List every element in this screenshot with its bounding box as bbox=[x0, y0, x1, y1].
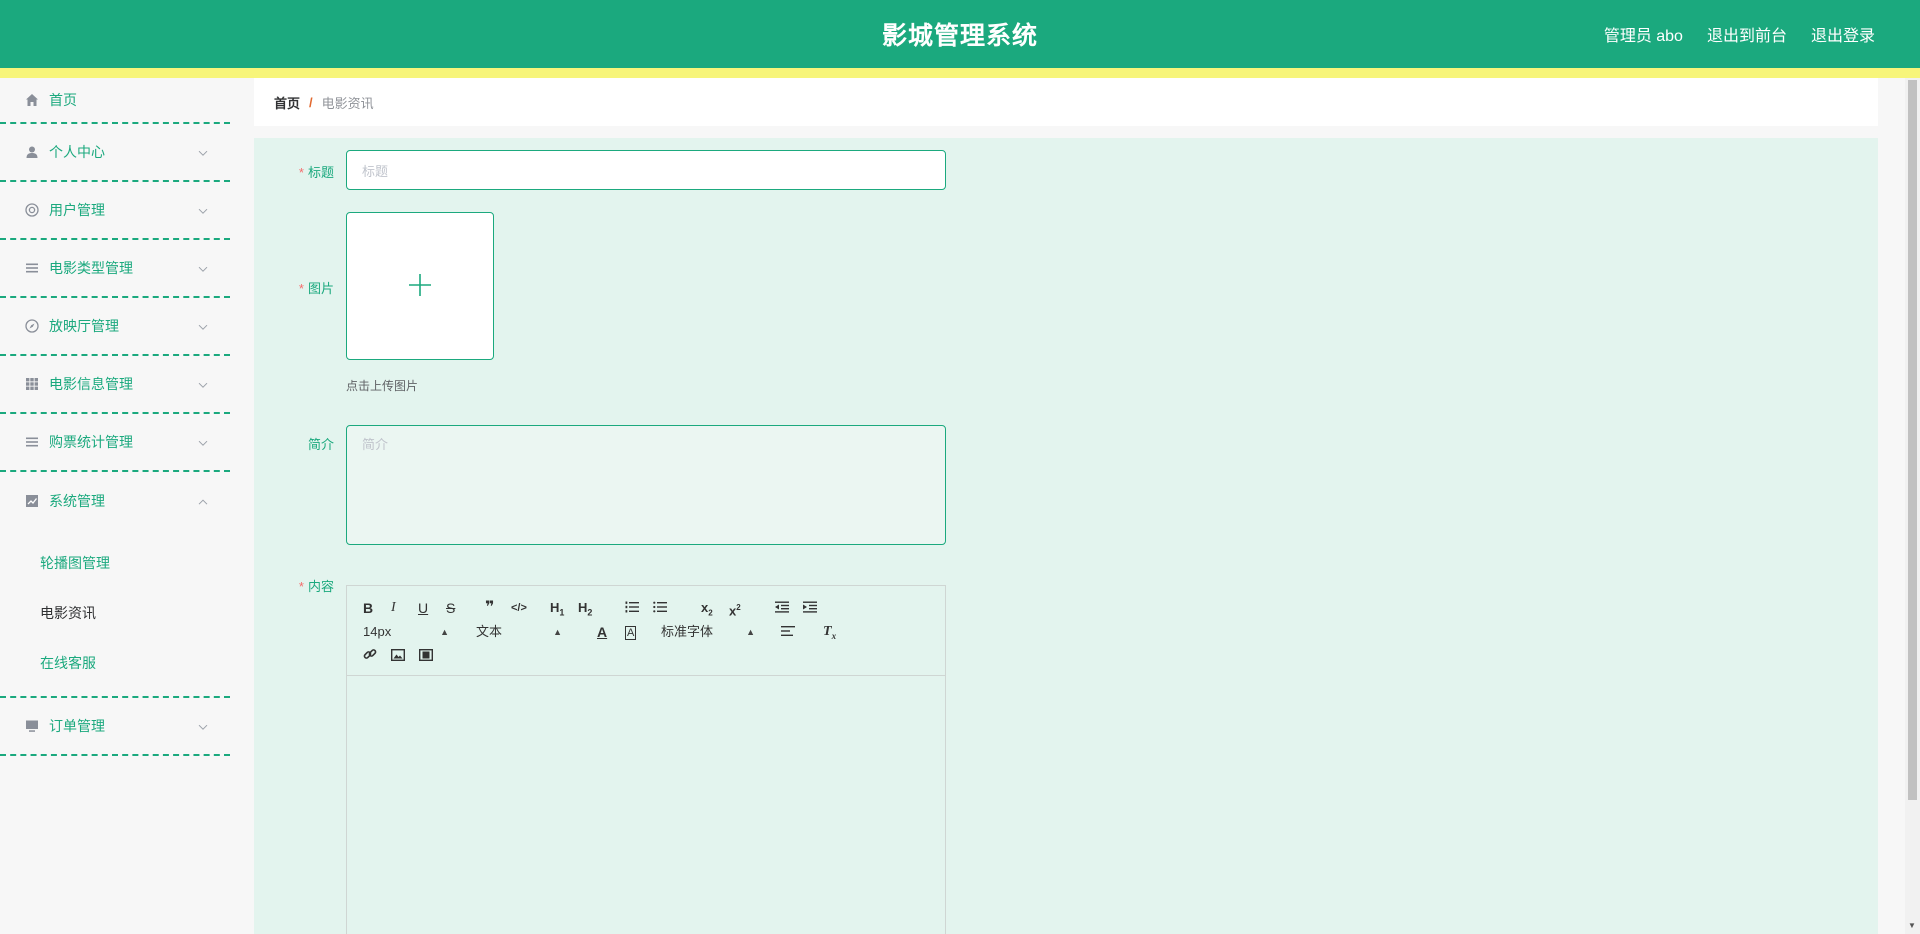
sidebar-item-movie-type-management[interactable]: 电影类型管理 bbox=[0, 240, 230, 298]
plus-icon bbox=[407, 272, 433, 301]
chevron-down-icon bbox=[198, 143, 208, 159]
top-header: 影城管理系统 管理员 abo 退出到前台 退出登录 bbox=[0, 0, 1920, 68]
logout-link[interactable]: 退出登录 bbox=[1811, 22, 1875, 46]
lifebuoy-icon bbox=[24, 202, 40, 218]
image-icon[interactable] bbox=[390, 644, 406, 668]
background-color-icon[interactable]: A bbox=[625, 626, 637, 640]
bold-icon[interactable]: B bbox=[363, 596, 373, 620]
rich-text-editor: B I U S ❞ </> H1 H2 x2 x2 14px ▲ 文本 ▲ A A bbox=[346, 585, 946, 934]
grid-icon bbox=[24, 376, 40, 392]
intro-textarea[interactable]: 简介 bbox=[346, 425, 946, 545]
sidebar-item-label: 首页 bbox=[49, 92, 77, 108]
strikethrough-icon[interactable]: S bbox=[446, 596, 455, 620]
toolbar-row-2: 14px ▲ 文本 ▲ A A 标准字体 ▲ Tx bbox=[359, 620, 933, 644]
compass-icon bbox=[24, 318, 40, 334]
sidebar-subitem-online-service[interactable]: 在线客服 bbox=[0, 638, 230, 688]
font-color-icon[interactable]: A bbox=[597, 620, 607, 644]
image-uploader[interactable] bbox=[346, 212, 494, 360]
chart-icon bbox=[24, 493, 40, 509]
back-to-frontend-link[interactable]: 退出到前台 bbox=[1707, 22, 1787, 46]
home-icon bbox=[24, 92, 40, 108]
sidebar-subitem-movie-news[interactable]: 电影资讯 bbox=[0, 588, 230, 638]
sidebar-item-system-management[interactable]: 系统管理 bbox=[0, 472, 230, 530]
chevron-down-icon bbox=[198, 717, 208, 733]
user-icon bbox=[24, 144, 40, 160]
indent-icon[interactable] bbox=[803, 596, 817, 620]
chevron-down-icon bbox=[198, 433, 208, 449]
header-stripe bbox=[0, 68, 1920, 78]
title-placeholder: 标题 bbox=[362, 163, 389, 179]
chevron-down-icon bbox=[198, 201, 208, 217]
sidebar-item-label: 放映厅管理 bbox=[49, 318, 119, 334]
outdent-icon[interactable] bbox=[775, 596, 789, 620]
intro-label: 简介 bbox=[307, 437, 334, 452]
image-label: * 图片 bbox=[298, 281, 334, 296]
code-block-icon[interactable]: </> bbox=[511, 596, 527, 620]
header-select[interactable]: 文本 ▲ bbox=[476, 620, 562, 644]
scrollbar-thumb[interactable] bbox=[1908, 80, 1917, 800]
sidebar-item-hall-management[interactable]: 放映厅管理 bbox=[0, 298, 230, 356]
sidebar-item-label: 个人中心 bbox=[49, 144, 105, 160]
link-icon[interactable] bbox=[363, 644, 377, 668]
video-icon[interactable] bbox=[418, 644, 434, 668]
underline-icon[interactable]: U bbox=[418, 596, 428, 620]
align-icon[interactable] bbox=[781, 620, 795, 644]
content-label: * 内容 bbox=[298, 579, 334, 594]
sidebar-item-user-management[interactable]: 用户管理 bbox=[0, 182, 230, 240]
title-input[interactable]: 标题 bbox=[346, 150, 946, 190]
toolbar-row-3 bbox=[359, 644, 933, 668]
list-icon bbox=[24, 260, 40, 276]
bullet-list-icon[interactable] bbox=[653, 596, 667, 620]
header-links: 管理员 abo 退出到前台 退出登录 bbox=[1604, 22, 1875, 46]
sidebar-item-label: 订单管理 bbox=[49, 718, 105, 734]
sidebar-item-label: 购票统计管理 bbox=[49, 434, 133, 450]
chevron-down-icon bbox=[198, 317, 208, 333]
sidebar-item-movie-info-management[interactable]: 电影信息管理 bbox=[0, 356, 230, 414]
sidebar-subitem-carousel[interactable]: 轮播图管理 bbox=[0, 538, 230, 588]
sidebar-item-label: 电影类型管理 bbox=[49, 260, 133, 276]
editor-toolbar: B I U S ❞ </> H1 H2 x2 x2 14px ▲ 文本 ▲ A A bbox=[347, 586, 945, 676]
toolbar-row-1: B I U S ❞ </> H1 H2 x2 x2 bbox=[359, 596, 933, 620]
breadcrumb-home[interactable]: 首页 bbox=[274, 93, 300, 112]
ordered-list-icon[interactable] bbox=[625, 596, 639, 620]
chevron-up-icon bbox=[198, 492, 208, 508]
breadcrumb: 首页 / 电影资讯 bbox=[254, 78, 1878, 126]
scroll-down-arrow-icon[interactable]: ▼ bbox=[1908, 921, 1916, 930]
chevron-down-icon bbox=[198, 259, 208, 275]
sidebar-item-label: 系统管理 bbox=[49, 493, 105, 509]
editor-content-area[interactable] bbox=[347, 676, 945, 934]
monitor-icon bbox=[24, 718, 40, 734]
chevron-down-icon bbox=[198, 375, 208, 391]
font-family-select[interactable]: 标准字体 ▲ bbox=[661, 620, 755, 644]
font-size-select[interactable]: 14px ▲ bbox=[363, 620, 449, 644]
intro-placeholder: 简介 bbox=[362, 437, 389, 452]
news-form: * 标题 标题 * 图片 点击上传图片 简介 简介 * 内容 B I U S ❞ </… bbox=[254, 138, 1878, 934]
blockquote-icon[interactable]: ❞ bbox=[485, 596, 494, 620]
sidebar-item-label: 电影信息管理 bbox=[49, 376, 133, 392]
sidebar: 首页 个人中心 用户管理 电影类型管理 放映厅管理 电影信息管理 购票统计管理 … bbox=[0, 78, 230, 934]
system-submenu: 轮播图管理 电影资讯 在线客服 bbox=[0, 530, 230, 698]
sidebar-item-home[interactable]: 首页 bbox=[0, 78, 230, 124]
sidebar-item-ticket-stats-management[interactable]: 购票统计管理 bbox=[0, 414, 230, 472]
sidebar-item-personal-center[interactable]: 个人中心 bbox=[0, 124, 230, 182]
italic-icon[interactable]: I bbox=[391, 596, 396, 620]
upload-tip: 点击上传图片 bbox=[346, 379, 419, 393]
breadcrumb-current: 电影资讯 bbox=[321, 95, 374, 111]
admin-user-link[interactable]: 管理员 abo bbox=[1604, 22, 1683, 46]
title-label: * 标题 bbox=[298, 165, 334, 180]
page-scrollbar[interactable]: ▼ bbox=[1905, 78, 1920, 934]
list-icon bbox=[24, 434, 40, 450]
sidebar-item-order-management[interactable]: 订单管理 bbox=[0, 698, 230, 756]
sidebar-item-label: 用户管理 bbox=[49, 202, 105, 218]
breadcrumb-separator: / bbox=[309, 94, 313, 110]
